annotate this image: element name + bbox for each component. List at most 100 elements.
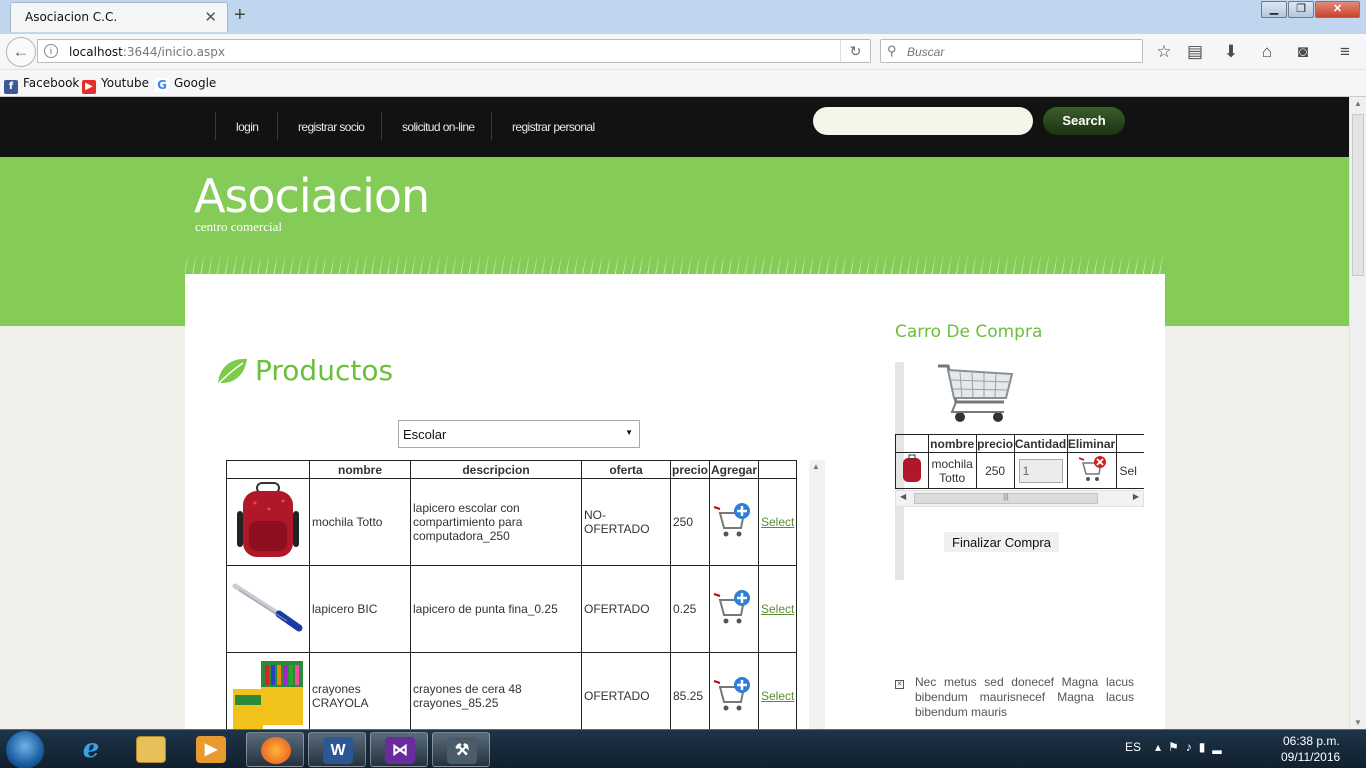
back-button[interactable]: ← [6,37,36,67]
media-player-icon: ▶ [196,736,226,763]
select-link[interactable]: Select [761,602,794,616]
taskbar-media-player[interactable]: ▶ [182,732,240,767]
products-scrollbar[interactable]: ▲ [809,460,825,729]
bookmark-label: Youtube [101,76,149,90]
product-precio: 85.25 [670,652,710,729]
scroll-up-icon[interactable]: ▲ [812,462,820,471]
system-tray-icons[interactable]: ▴⚑♪▮▂ [1155,740,1229,754]
taskbar-explorer[interactable] [122,732,180,767]
bookmark-label: Facebook [23,76,80,90]
bookmark-star-icon[interactable]: ☆ [1152,40,1176,64]
search-placeholder: Buscar [907,45,945,59]
backpack-thumbnail [902,454,921,482]
folder-icon [136,736,166,763]
reading-list-icon[interactable]: ▤ [1183,40,1207,64]
backpack-image [237,481,299,557]
leaf-icon [217,358,247,385]
cart-item-select[interactable]: Sel [1115,452,1144,489]
add-to-cart-cell[interactable] [709,565,759,653]
scroll-up-icon[interactable]: ▲ [1354,99,1362,108]
scroll-right-icon[interactable]: ▶ [1133,492,1139,501]
browser-tab[interactable]: Asociacion C.C. ✕ [10,2,228,32]
add-to-cart-icon[interactable] [712,675,752,715]
site-info-icon[interactable]: i [44,44,58,58]
site-search-input[interactable] [813,107,1033,135]
browser-nav-bar: ← i localhost:3644/inicio.aspx ↻ ⚲ Busca… [0,34,1366,70]
product-image-cell [226,652,310,729]
select-link[interactable]: Select [761,689,794,703]
product-precio: 0.25 [670,565,710,653]
product-descripcion: crayones de cera 48 crayones_85.25 [410,652,582,729]
clock-date[interactable]: 09/11/2016 [1281,750,1340,764]
add-to-cart-cell[interactable] [709,652,759,729]
close-box-icon: ✕ [895,680,904,689]
product-descripcion: lapicero escolar con compartimiento para… [410,478,582,566]
nav-solicitud-online[interactable]: solicitud on-line [381,112,491,140]
scroll-thumb[interactable] [1352,114,1364,276]
cart-item-eliminar-cell[interactable] [1066,452,1117,489]
taskbar-tools[interactable]: ⚒ [432,732,490,767]
add-to-cart-icon[interactable] [712,501,752,541]
quantity-input[interactable] [1018,458,1063,483]
home-icon[interactable]: ⌂ [1255,40,1279,64]
col-header-nombre: nombre [309,460,411,479]
word-icon: W [323,737,353,764]
cart-col-image [895,434,929,453]
bookmark-youtube[interactable]: ▶ Youtube [82,76,149,94]
menu-icon[interactable]: ≡ [1333,40,1357,64]
bookmark-google[interactable]: G Google [155,76,216,92]
cart-header-row: nombre precio Cantidad Eliminar [895,434,1144,453]
taskbar-word[interactable]: W [308,732,366,767]
sidebar-text: Nec metus sed donecef Magna lacus bibend… [915,675,1134,719]
remove-from-cart-icon[interactable] [1077,454,1107,484]
address-bar[interactable]: i localhost:3644/inicio.aspx ↻ [37,39,871,63]
bookmark-facebook[interactable]: f Facebook [4,76,79,94]
new-tab-button[interactable]: + [234,4,246,27]
main-content: Productos Escolar ▼ nombre descripcion o… [185,274,1165,729]
add-to-cart-icon[interactable] [712,588,752,628]
taskbar-internet-explorer[interactable]: e [62,732,120,767]
cart-item-nombre: mochila Totto [927,452,977,489]
pocket-icon[interactable]: ◙ [1291,40,1315,64]
reload-icon[interactable]: ↻ [840,40,870,62]
col-header-image [226,460,310,479]
cart-heading: Carro De Compra [895,322,1043,342]
visual-studio-icon: ⋈ [385,737,415,764]
scroll-left-icon[interactable]: ◀ [900,492,906,501]
cart-table: nombre precio Cantidad Eliminar mochila … [895,434,1144,489]
nav-registrar-socio[interactable]: registrar socio [277,112,381,140]
window-close-button[interactable]: ✕ [1315,1,1360,18]
col-header-agregar: Agregar [709,460,759,479]
url-text: localhost:3644/inicio.aspx [69,45,225,59]
tab-close-icon[interactable]: ✕ [204,8,217,26]
cart-row: mochila Totto 250 1 Sel [895,452,1144,489]
site-search-button[interactable]: Search [1043,107,1125,135]
scroll-down-icon[interactable]: ▼ [1354,718,1362,727]
add-to-cart-cell[interactable] [709,478,759,566]
window-minimize-button[interactable]: ▁ [1261,1,1287,18]
downloads-icon[interactable]: ⬇ [1219,40,1243,64]
select-cell: Select [757,478,798,566]
page-vertical-scrollbar[interactable]: ▲ ▼ [1349,97,1366,729]
web-page: login registrar socio solicitud on-line … [0,97,1349,729]
browser-search-input[interactable]: ⚲ Buscar [880,39,1143,63]
clock-time[interactable]: 06:38 p.m. [1283,734,1340,748]
taskbar-firefox[interactable] [246,732,304,767]
tools-icon: ⚒ [447,737,477,764]
cart-col-eliminar: Eliminar [1066,434,1117,453]
category-selected-value: Escolar [403,427,447,442]
scroll-thumb[interactable]: ||| [914,493,1098,504]
window-maximize-button[interactable]: ❐ [1288,1,1314,18]
taskbar-visual-studio[interactable]: ⋈ [370,732,428,767]
product-nombre: mochila Totto [309,478,411,566]
nav-login[interactable]: login [215,112,277,140]
product-image-cell [226,478,310,566]
pen-image [232,583,303,631]
nav-registrar-personal[interactable]: registrar personal [491,112,611,140]
select-link[interactable]: Select [761,515,794,529]
finalize-purchase-button[interactable]: Finalizar Compra [944,532,1059,552]
start-button[interactable] [6,731,44,768]
category-select[interactable]: Escolar ▼ [398,420,640,448]
cart-horizontal-scrollbar[interactable]: ◀ ||| ▶ [895,490,1144,507]
language-indicator[interactable]: ES [1125,740,1141,754]
